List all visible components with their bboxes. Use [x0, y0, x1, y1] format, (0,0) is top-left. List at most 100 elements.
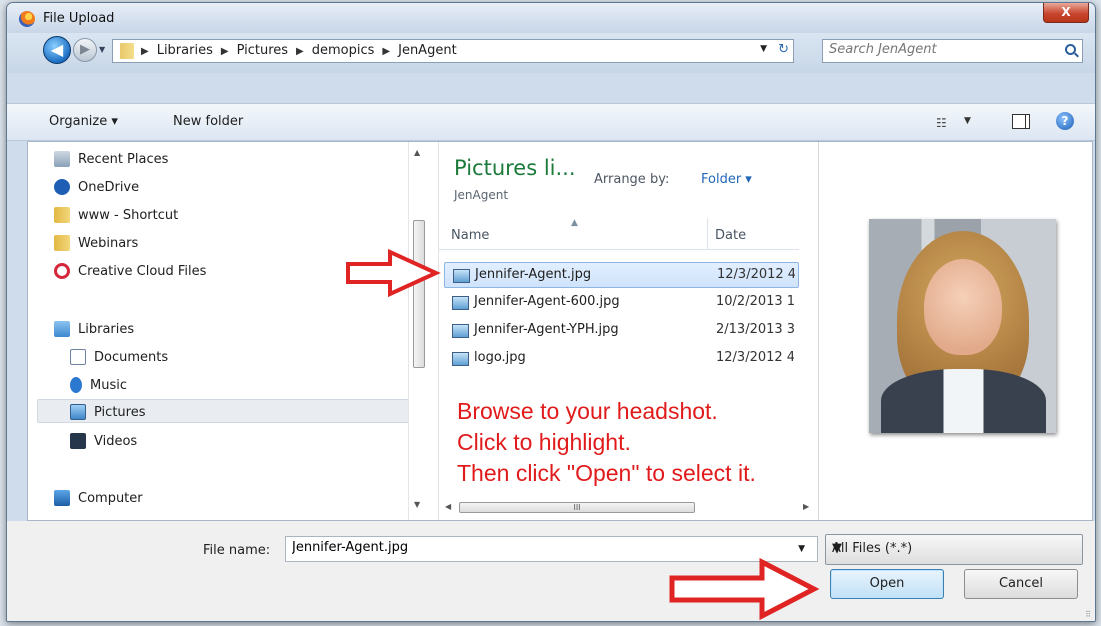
recent-places-icon [54, 151, 70, 167]
file-date: 12/3/2012 4:... [716, 350, 794, 365]
command-bar: Organize ▾ New folder ☷ ▼ ? [7, 103, 1095, 141]
annotation-line: Then click "Open" to select it. [457, 460, 756, 486]
open-button[interactable]: Open [830, 569, 944, 599]
image-file-icon [453, 269, 470, 283]
new-folder-button[interactable]: New folder [173, 114, 243, 129]
pictures-icon [70, 404, 86, 420]
path-bar[interactable]: ▶ Libraries ▶ Pictures ▶ demopics ▶ JenA… [112, 39, 794, 63]
chevron-right-icon: ▶ [141, 46, 149, 57]
documents-icon [70, 349, 86, 365]
nav-item-label: OneDrive [78, 179, 140, 195]
file-type-select[interactable]: All Files (*.*) ▼ [825, 534, 1083, 565]
folder-icon [54, 207, 70, 223]
history-dropdown-icon[interactable]: ▼ [99, 45, 109, 55]
nav-item-webinars[interactable]: Webinars [54, 230, 138, 256]
nav-item-label: Computer [78, 490, 143, 506]
chevron-right-icon: ▶ [296, 46, 304, 57]
back-button[interactable]: ◀ [43, 36, 71, 64]
dialog-footer: File name: ▼ All Files (*.*) ▼ Open Canc… [7, 521, 1095, 621]
annotation-line: Click to highlight. [457, 429, 631, 455]
headshot-preview-image [869, 219, 1056, 433]
breadcrumb-demopics[interactable]: demopics [312, 43, 375, 60]
photo-face [924, 259, 1002, 355]
file-name: Jennifer-Agent-YPH.jpg [474, 322, 619, 337]
change-view-icon[interactable]: ☷ [936, 116, 947, 130]
breadcrumb-libraries[interactable]: Libraries [157, 43, 213, 60]
resize-grip-icon[interactable]: ⠿ [1085, 610, 1091, 619]
file-name-field[interactable] [292, 540, 772, 555]
column-divider[interactable] [707, 218, 708, 250]
nav-item-computer[interactable]: Computer [54, 485, 143, 511]
file-date: 12/3/2012 4:... [717, 267, 795, 282]
column-date-header[interactable]: Date [715, 228, 746, 243]
scroll-left-icon[interactable]: ◀ [445, 502, 451, 511]
folder-icon [120, 43, 134, 59]
chevron-down-icon[interactable]: ▼ [798, 544, 805, 554]
chevron-down-icon[interactable]: ▼ [760, 44, 767, 54]
organize-button[interactable]: Organize ▾ [49, 114, 118, 129]
file-name-label: File name: [203, 543, 271, 558]
nav-item-creative-cloud[interactable]: Creative Cloud Files [54, 258, 206, 284]
arrange-by-label: Arrange by: [594, 172, 670, 187]
library-title: Pictures li... [454, 156, 576, 180]
sort-ascending-icon: ▲ [571, 218, 578, 228]
image-file-icon [452, 296, 469, 310]
nav-item-label: Libraries [78, 321, 135, 337]
chevron-down-icon: ▼ [832, 541, 842, 556]
nav-scrollbar[interactable]: ▲ ▼ [408, 142, 426, 520]
photo-suit [881, 369, 1046, 433]
column-name-header[interactable]: Name [451, 228, 489, 243]
nav-item-label: Videos [94, 433, 138, 449]
horizontal-scrollbar[interactable]: ◀ III ▶ [439, 498, 819, 516]
search-input[interactable] [829, 42, 1049, 57]
file-date: 10/2/2013 1:... [716, 294, 794, 309]
nav-item-onedrive[interactable]: OneDrive [54, 174, 139, 200]
firefox-icon [19, 11, 35, 27]
file-row[interactable]: Jennifer-Agent-600.jpg 10/2/2013 1:... [444, 290, 799, 316]
refresh-icon[interactable]: ↻ [778, 42, 789, 57]
scroll-up-icon[interactable]: ▲ [414, 148, 420, 157]
chevron-down-icon[interactable]: ▼ [964, 116, 971, 126]
music-icon [70, 377, 82, 393]
close-button[interactable]: X [1043, 3, 1089, 23]
instruction-annotation: Browse to your headshot. Click to highli… [457, 396, 756, 489]
breadcrumb-jenagent[interactable]: JenAgent [398, 43, 457, 60]
nav-item-label: www - Shortcut [78, 207, 179, 223]
annotation-line: Browse to your headshot. [457, 398, 718, 424]
forward-button[interactable]: ▶ [73, 38, 97, 62]
file-name: Jennifer-Agent-600.jpg [474, 294, 620, 309]
scroll-right-icon[interactable]: ▶ [803, 502, 809, 511]
nav-item-libraries[interactable]: Libraries [54, 316, 134, 342]
scroll-down-icon[interactable]: ▼ [414, 500, 420, 509]
column-header: ▲ Name Date [439, 218, 799, 250]
nav-item-documents[interactable]: Documents [70, 344, 168, 370]
nav-item-recent-places[interactable]: Recent Places [54, 146, 168, 172]
title-bar: File Upload X [7, 3, 1095, 33]
breadcrumb-pictures[interactable]: Pictures [237, 43, 288, 60]
nav-item-videos[interactable]: Videos [70, 428, 137, 454]
file-row-selected[interactable]: Jennifer-Agent.jpg 12/3/2012 4:... [444, 262, 799, 288]
arrange-by-dropdown[interactable]: Folder ▾ [701, 172, 752, 187]
file-row[interactable]: Jennifer-Agent-YPH.jpg 2/13/2013 3:... [444, 318, 799, 344]
file-upload-dialog: File Upload X ◀ ▶ ▼ ▶ Libraries ▶ Pictur… [6, 2, 1096, 622]
search-icon[interactable] [1065, 44, 1076, 55]
nav-item-www-shortcut[interactable]: www - Shortcut [54, 202, 178, 228]
preview-pane [818, 142, 1092, 520]
folder-icon [54, 235, 70, 251]
nav-item-music[interactable]: Music [70, 372, 127, 398]
file-date: 2/13/2013 3:... [716, 322, 794, 337]
nav-item-label: Pictures [94, 404, 146, 420]
file-row[interactable]: logo.jpg 12/3/2012 4:... [444, 346, 799, 372]
search-box[interactable] [822, 39, 1083, 63]
help-icon[interactable]: ? [1056, 112, 1074, 130]
window-title: File Upload [43, 11, 115, 26]
red-arrow-to-open-icon [669, 558, 820, 620]
preview-pane-icon[interactable] [1012, 114, 1030, 129]
horizontal-scrollbar-thumb[interactable]: III [459, 502, 695, 513]
cancel-button[interactable]: Cancel [964, 569, 1078, 599]
nav-item-label: Webinars [78, 235, 139, 251]
nav-item-label: Music [90, 377, 127, 393]
library-subtitle: JenAgent [454, 188, 509, 202]
nav-item-pictures[interactable]: Pictures [70, 399, 145, 425]
file-name: logo.jpg [474, 350, 526, 365]
